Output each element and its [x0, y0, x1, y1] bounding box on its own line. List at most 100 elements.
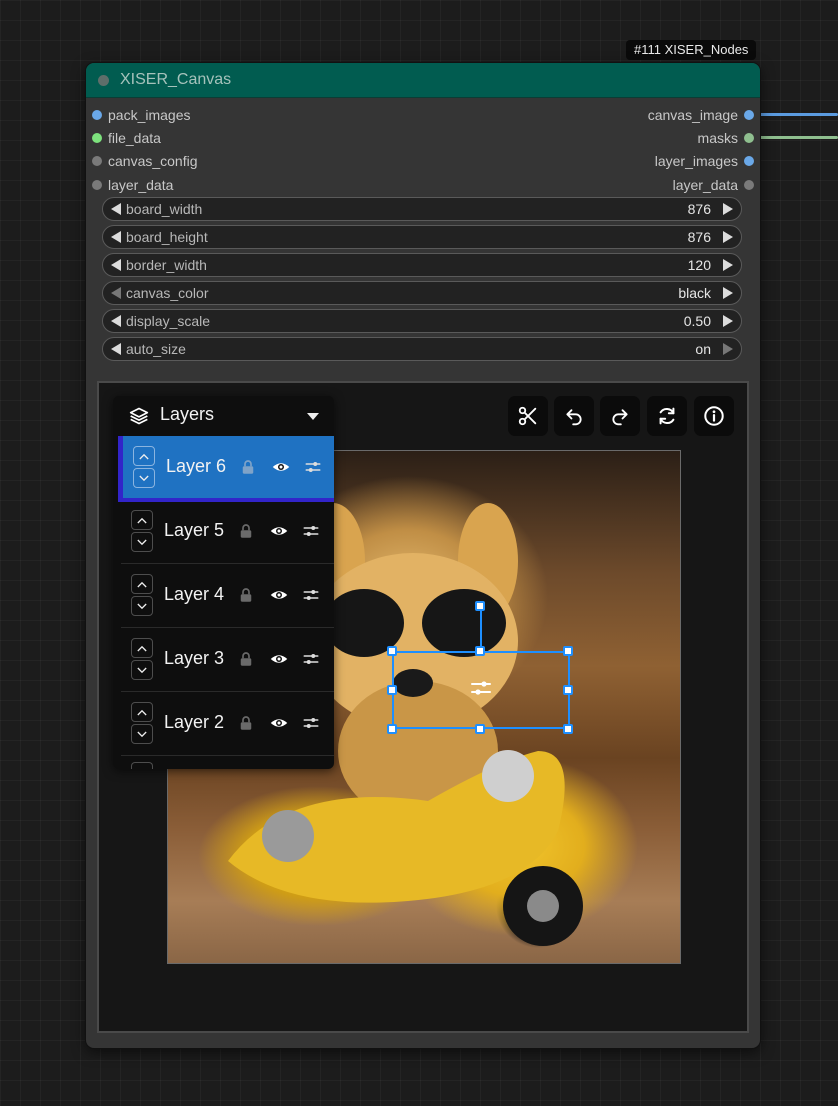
reset-button[interactable]	[647, 396, 687, 436]
resize-handle-tr[interactable]	[563, 646, 573, 656]
wire-canvas-image	[758, 113, 838, 116]
widget-value: 876	[687, 229, 711, 245]
lock-icon[interactable]	[239, 458, 257, 476]
output-canvas-image[interactable]: canvas_image	[460, 105, 760, 125]
layers-icon	[129, 407, 149, 425]
resize-handle-l[interactable]	[387, 685, 397, 695]
output-slot[interactable]	[744, 110, 754, 120]
collapse-toggle[interactable]	[98, 75, 109, 86]
node-header[interactable]: XISER_Canvas	[86, 63, 760, 98]
cut-button[interactable]	[508, 396, 548, 436]
increment-arrow-icon[interactable]	[723, 315, 733, 327]
canvas-editor[interactable]: Layers Layer 6 Layer 5 Layer 4 Layer 3 Layer…	[97, 381, 749, 1033]
undo-button[interactable]	[554, 396, 594, 436]
xiser-canvas-node[interactable]: XISER_Canvas pack_images file_data canva…	[86, 63, 760, 1048]
input-slot[interactable]	[92, 133, 102, 143]
lock-icon[interactable]	[237, 714, 255, 732]
output-masks[interactable]: masks	[460, 128, 760, 148]
layers-panel-header[interactable]: Layers	[113, 396, 334, 435]
increment-arrow-icon[interactable]	[723, 287, 733, 299]
adjust-icon[interactable]	[302, 714, 320, 732]
input-label: file_data	[108, 130, 161, 146]
resize-handle-t[interactable]	[475, 646, 485, 656]
move-layer-up-button[interactable]	[131, 638, 153, 658]
redo-button[interactable]	[600, 396, 640, 436]
output-slot[interactable]	[744, 133, 754, 143]
lock-icon[interactable]	[237, 522, 255, 540]
move-layer-down-button[interactable]	[133, 468, 155, 488]
move-layer-up-button[interactable]	[133, 446, 155, 466]
info-button[interactable]	[694, 396, 734, 436]
layer-name: Layer 4	[164, 584, 225, 604]
decrement-arrow-icon[interactable]	[111, 203, 121, 215]
widget-canvas-color[interactable]: canvas_color black	[102, 281, 742, 305]
input-slot[interactable]	[92, 180, 102, 190]
chevron-down-icon[interactable]	[307, 413, 319, 420]
resize-handle-b[interactable]	[475, 724, 485, 734]
layers-panel[interactable]: Layers Layer 6 Layer 5 Layer 4 Layer 3 Layer…	[113, 396, 334, 769]
move-layer-up-button[interactable]	[131, 574, 153, 594]
info-icon	[704, 406, 724, 426]
output-layer-images[interactable]: layer_images	[460, 151, 760, 171]
adjust-icon[interactable]	[302, 522, 320, 540]
chevron-up-icon	[137, 517, 147, 524]
widget-board-height[interactable]: board_height 876	[102, 225, 742, 249]
decrement-arrow-icon[interactable]	[111, 315, 121, 327]
decrement-arrow-icon[interactable]	[111, 287, 121, 299]
input-file-data[interactable]: file_data	[86, 128, 386, 148]
resize-handle-br[interactable]	[563, 724, 573, 734]
widget-name: auto_size	[126, 341, 186, 357]
eye-icon[interactable]	[270, 586, 288, 604]
widget-display-scale[interactable]: display_scale 0.50	[102, 309, 742, 333]
move-layer-down-button[interactable]	[131, 596, 153, 616]
layer-name: Layer 6	[166, 456, 227, 476]
increment-arrow-icon[interactable]	[723, 343, 733, 355]
adjust-icon[interactable]	[304, 458, 322, 476]
input-slot[interactable]	[92, 110, 102, 120]
input-pack-images[interactable]: pack_images	[86, 105, 386, 125]
adjust-icon[interactable]	[302, 650, 320, 668]
resize-handle-bl[interactable]	[387, 724, 397, 734]
move-layer-down-button[interactable]	[131, 724, 153, 744]
undo-icon	[566, 409, 582, 426]
lock-icon[interactable]	[237, 586, 255, 604]
move-layer-down-button[interactable]	[131, 660, 153, 680]
decrement-arrow-icon[interactable]	[111, 343, 121, 355]
chevron-down-icon	[139, 475, 149, 482]
rotate-handle[interactable]	[475, 601, 485, 611]
layer-row[interactable]: Layer 3	[121, 628, 334, 692]
move-layer-up-button[interactable]	[131, 510, 153, 530]
layer-row[interactable]: Layer 6	[118, 436, 334, 502]
lock-icon[interactable]	[237, 650, 255, 668]
eye-icon[interactable]	[270, 650, 288, 668]
move-layer-down-button[interactable]	[131, 532, 153, 552]
resize-handle-tl[interactable]	[387, 646, 397, 656]
decrement-arrow-icon[interactable]	[111, 231, 121, 243]
output-layer-data[interactable]: layer_data	[460, 175, 760, 195]
decrement-arrow-icon[interactable]	[111, 259, 121, 271]
layer-row[interactable]: Layer 4	[121, 564, 334, 628]
eye-icon[interactable]	[270, 714, 288, 732]
input-slot[interactable]	[92, 156, 102, 166]
layer-row[interactable]: Layer 2	[121, 692, 334, 756]
increment-arrow-icon[interactable]	[723, 203, 733, 215]
eye-icon[interactable]	[270, 522, 288, 540]
increment-arrow-icon[interactable]	[723, 231, 733, 243]
scissors-icon	[518, 406, 537, 426]
resize-handle-r[interactable]	[563, 685, 573, 695]
input-label: pack_images	[108, 107, 191, 123]
output-slot[interactable]	[744, 156, 754, 166]
input-canvas-config[interactable]: canvas_config	[86, 151, 386, 171]
adjust-icon[interactable]	[302, 586, 320, 604]
adjust-icon[interactable]	[469, 676, 493, 700]
output-slot[interactable]	[744, 180, 754, 190]
widget-auto-size[interactable]: auto_size on	[102, 337, 742, 361]
widget-border-width[interactable]: border_width 120	[102, 253, 742, 277]
input-layer-data[interactable]: layer_data	[86, 175, 386, 195]
chevron-down-icon	[137, 539, 147, 546]
layer-row[interactable]: Layer 5	[121, 500, 334, 564]
eye-icon[interactable]	[272, 458, 290, 476]
widget-board-width[interactable]: board_width 876	[102, 197, 742, 221]
move-layer-up-button[interactable]	[131, 702, 153, 722]
increment-arrow-icon[interactable]	[723, 259, 733, 271]
